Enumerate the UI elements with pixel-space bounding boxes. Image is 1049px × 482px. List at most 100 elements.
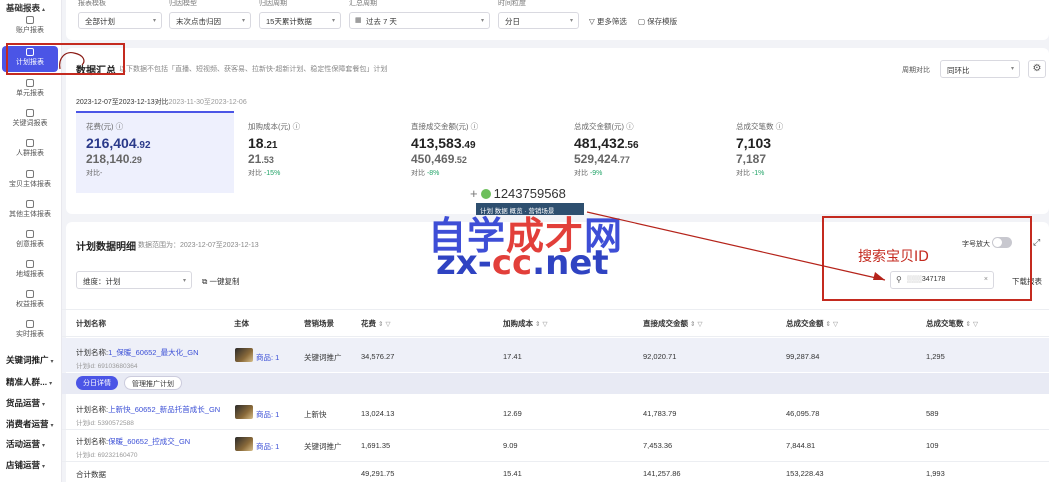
dimension-select[interactable]: 维度：计划 ▾: [76, 271, 192, 289]
metric-total-gmv[interactable]: 总成交金额(元) ⓘ 481,432.56 529,424.77 对比 -9%: [574, 121, 639, 178]
sidebar-group-goods-ops[interactable]: 货品运营 ▾: [6, 397, 45, 409]
metric-total-orders[interactable]: 总成交笔数 ⓘ 7,103 7,187 对比 -1%: [736, 121, 783, 178]
metric-compare: 对比 -8%: [411, 168, 478, 178]
attribution-period-select[interactable]: 15天累计数据 ▾: [259, 12, 341, 29]
chevron-down-icon: ▾: [331, 18, 335, 24]
metric-compare: 对比 -1%: [736, 168, 783, 178]
metric-label: 总成交金额(元) ⓘ: [574, 121, 639, 132]
filter-icon[interactable]: ▽: [833, 321, 838, 328]
sidebar-group-activity-ops[interactable]: 活动运营 ▾: [6, 438, 45, 450]
plan-name-link[interactable]: 1_保暖_60652_最大化_GN: [108, 348, 198, 357]
annotation-arrow: [586, 211, 886, 281]
sidebar-item-keyword-report[interactable]: 关键词报表: [2, 107, 58, 133]
summary-period-select[interactable]: ▦ 过去 7 天 ▾: [349, 12, 490, 29]
metric-label: 加购成本(元) ⓘ: [248, 121, 300, 132]
sidebar-item-item-subject-report[interactable]: 宝贝主体报表: [2, 168, 58, 194]
metric-cost[interactable]: 花费(元) ⓘ 216,404.92 218,140.29 对比-: [86, 121, 151, 178]
th-cost[interactable]: 花费 ⇕ ▽: [361, 318, 390, 329]
metric-cart-cost[interactable]: 加购成本(元) ⓘ 18.21 21.53 对比 -15%: [248, 121, 300, 178]
table-divider: [62, 461, 1049, 462]
cell-subject[interactable]: 商品: 1: [256, 352, 279, 363]
sidebar-item-label: 实时报表: [16, 331, 44, 338]
metric-value: 481,432.56: [574, 135, 639, 151]
metric-label-text: 总成交金额(元): [574, 122, 624, 131]
plan-name-link[interactable]: 上新快_60652_新品托首成长_GN: [108, 405, 220, 414]
expand-icon[interactable]: ⤢: [1033, 237, 1040, 248]
time-granularity-select[interactable]: 分日 ▾: [498, 12, 579, 29]
summary-period-value: 过去 7 天: [366, 17, 397, 26]
metric-delta: -8%: [426, 170, 440, 177]
table-row-selected[interactable]: [62, 338, 1049, 372]
th-label: 加购成本: [503, 319, 533, 328]
gear-icon[interactable]: ⚙: [1028, 60, 1046, 78]
plus-icon: +: [470, 186, 478, 201]
th-cart-cost[interactable]: 加购成本 ⇕ ▽: [503, 318, 547, 329]
watermark-url: zx-cc.net: [436, 243, 609, 283]
chevron-down-icon: ▾: [152, 18, 156, 24]
filter-icon[interactable]: ▽: [542, 321, 547, 328]
metric-label: 花费(元) ⓘ: [86, 121, 151, 132]
sidebar-item-unit-report[interactable]: 单元报表: [2, 77, 58, 103]
metric-compare: 对比 -9%: [574, 168, 639, 178]
sidebar-item-creative-report[interactable]: 创意报表: [2, 228, 58, 254]
sidebar-item-label: 单元报表: [16, 90, 44, 97]
cell-subject[interactable]: 商品: 1: [256, 409, 279, 420]
product-thumbnail[interactable]: [235, 437, 253, 451]
sidebar-header[interactable]: 基础报表 ▴: [6, 2, 45, 14]
period-compare-select[interactable]: 同环比 ▾: [940, 60, 1020, 78]
chevron-down-icon: ▾: [480, 18, 484, 24]
filter-icon[interactable]: ▽: [697, 321, 702, 328]
cell-subject[interactable]: 商品: 1: [256, 441, 279, 452]
metric-value-int: 481,432: [574, 135, 625, 151]
plan-name-link[interactable]: 保暖_60652_控成交_GN: [108, 437, 190, 446]
copy-button[interactable]: ⧉ 一键复制: [202, 276, 239, 287]
chevron-down-icon: ▾: [569, 18, 573, 24]
more-filter-button[interactable]: ▽ 更多筛选: [589, 16, 627, 27]
sidebar-item-crowd-report[interactable]: 人群报表: [2, 137, 58, 163]
metric-label: 直接成交金额(元) ⓘ: [411, 121, 478, 132]
metric-direct-gmv[interactable]: 直接成交金额(元) ⓘ 413,583.49 450,469.52 对比 -8%: [411, 121, 478, 178]
cell-cost: 13,024.13: [361, 409, 395, 418]
th-total-gmv[interactable]: 总成交金额 ⇕ ▽: [786, 318, 838, 329]
sidebar-group-store-ops[interactable]: 店铺运营 ▾: [6, 459, 45, 471]
th-label: 计划名称: [76, 319, 106, 328]
sort-icon[interactable]: ⇕: [690, 321, 695, 328]
sort-icon[interactable]: ⇕: [378, 321, 383, 328]
product-thumbnail[interactable]: [235, 348, 253, 362]
total-total-orders: 1,993: [926, 469, 945, 478]
sidebar-item-account-report[interactable]: 账户报表: [2, 14, 58, 40]
watermark-phone: +1243759568: [470, 186, 566, 201]
help-icon: ⓘ: [292, 122, 301, 131]
metric-value-dec: .92: [136, 140, 151, 151]
th-direct-gmv[interactable]: 直接成交金额 ⇕ ▽: [643, 318, 702, 329]
sort-icon[interactable]: ⇕: [535, 321, 540, 328]
cell-cart-cost: 12.69: [503, 409, 522, 418]
sidebar-item-rights-report[interactable]: 权益报表: [2, 288, 58, 314]
metric-value-int: 413,583: [411, 135, 462, 151]
sidebar-item-other-subject-report[interactable]: 其他主体报表: [2, 198, 58, 224]
filter-label-summary-period: 汇总周期: [349, 0, 377, 7]
tab-manage-plan[interactable]: 管理推广计划: [124, 376, 182, 390]
tab-daily-detail[interactable]: 分日详情: [76, 376, 118, 390]
chevron-up-icon: ▴: [42, 7, 46, 13]
template-select[interactable]: 全部计划 ▾: [78, 12, 162, 29]
attribution-period-value: 15天累计数据: [266, 17, 312, 26]
plan-id: 计划id: 69232160470: [76, 452, 138, 459]
template-select-value: 全部计划: [85, 17, 115, 26]
save-template-button[interactable]: ▢ 保存模版: [638, 16, 677, 27]
attribution-model-select[interactable]: 末次点击归因 ▾: [169, 12, 251, 29]
sidebar-item-realtime-report[interactable]: 实时报表: [2, 318, 58, 344]
sidebar-group-precise-crowd[interactable]: 精准人群... ▾: [6, 376, 52, 388]
sidebar-item-label: 其他主体报表: [9, 211, 51, 218]
filter-icon[interactable]: ▽: [973, 321, 978, 328]
sidebar-item-region-report[interactable]: 地域报表: [2, 258, 58, 284]
product-thumbnail[interactable]: [235, 405, 253, 419]
watermark-url-part: zx-: [436, 243, 492, 283]
th-total-orders[interactable]: 总成交笔数 ⇕ ▽: [926, 318, 978, 329]
sidebar-group-consumer-ops[interactable]: 消费者运营 ▾: [6, 418, 54, 430]
sort-icon[interactable]: ⇕: [966, 321, 971, 328]
sort-icon[interactable]: ⇕: [826, 321, 831, 328]
metric-compare: 对比-: [86, 168, 151, 178]
filter-icon[interactable]: ▽: [385, 321, 390, 328]
sidebar-group-keyword-promo[interactable]: 关键词推广 ▾: [6, 354, 54, 366]
